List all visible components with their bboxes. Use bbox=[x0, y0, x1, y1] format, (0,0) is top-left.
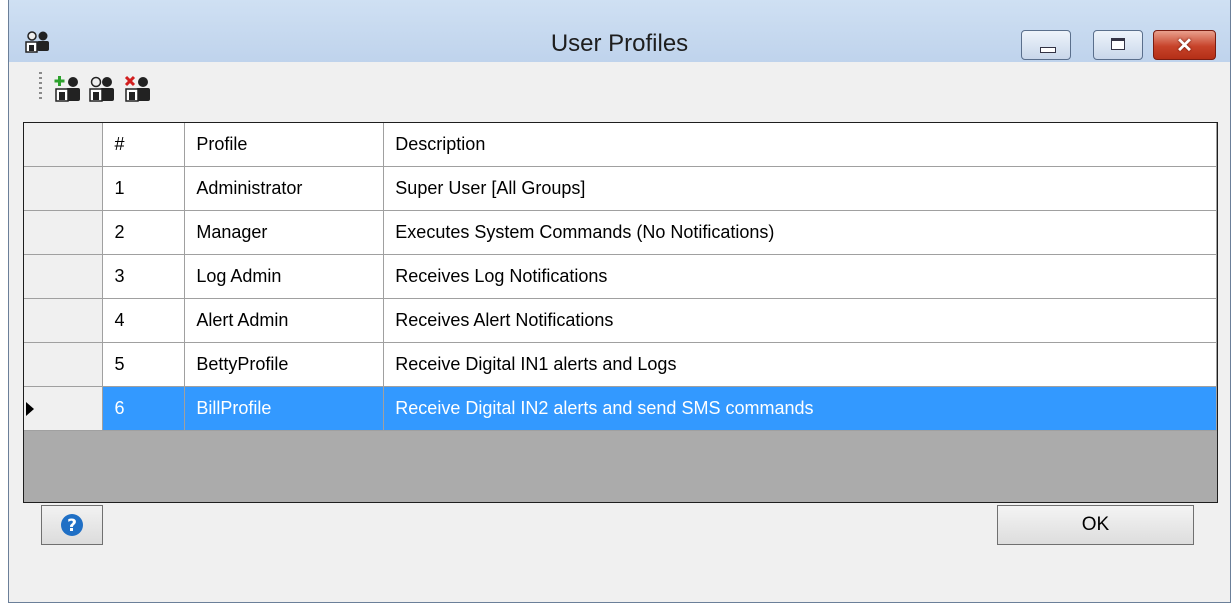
close-button[interactable]: ✕ bbox=[1153, 30, 1216, 60]
profiles-table: # Profile Description 1 Administrator Su… bbox=[24, 123, 1217, 431]
table-row[interactable]: 1 Administrator Super User [All Groups] bbox=[24, 166, 1217, 211]
title-bar[interactable]: User Profiles ✕ bbox=[9, 0, 1230, 62]
cell-description[interactable]: Receives Log Notifications bbox=[383, 254, 1217, 299]
cell-number[interactable]: 2 bbox=[102, 210, 186, 255]
user-icon bbox=[89, 76, 114, 102]
column-header-profile[interactable]: Profile bbox=[184, 123, 385, 167]
row-header[interactable] bbox=[24, 210, 104, 255]
cell-number[interactable]: 3 bbox=[102, 254, 186, 299]
help-icon: ? bbox=[61, 514, 83, 536]
add-profile-button[interactable] bbox=[53, 74, 83, 104]
cell-profile[interactable]: BettyProfile bbox=[184, 342, 385, 387]
cell-profile[interactable]: BillProfile bbox=[184, 386, 385, 431]
minimize-button[interactable] bbox=[1021, 30, 1071, 60]
table-row-selected[interactable]: 6 BillProfile Receive Digital IN2 alerts… bbox=[24, 386, 1217, 431]
maximize-button[interactable] bbox=[1093, 30, 1143, 60]
cell-description[interactable]: Executes System Commands (No Notificatio… bbox=[383, 210, 1217, 255]
svg-text:?: ? bbox=[67, 516, 77, 536]
minimize-icon bbox=[1040, 47, 1056, 53]
cell-description[interactable]: Receives Alert Notifications bbox=[383, 298, 1217, 343]
column-header-number[interactable]: # bbox=[102, 123, 186, 167]
header-row: # Profile Description bbox=[24, 123, 1217, 167]
help-button[interactable]: ? bbox=[41, 505, 103, 545]
row-header[interactable] bbox=[24, 298, 104, 343]
user-profiles-window: User Profiles ✕ # Profile Description 1 … bbox=[8, 0, 1231, 603]
cell-number[interactable]: 1 bbox=[102, 166, 186, 211]
cell-profile[interactable]: Manager bbox=[184, 210, 385, 255]
cell-profile[interactable]: Alert Admin bbox=[184, 298, 385, 343]
edit-profile-button[interactable] bbox=[87, 74, 117, 104]
add-user-icon bbox=[54, 76, 80, 102]
row-header[interactable] bbox=[24, 342, 104, 387]
close-icon: ✕ bbox=[1176, 35, 1193, 57]
cell-description[interactable]: Receive Digital IN1 alerts and Logs bbox=[383, 342, 1217, 387]
table-row[interactable]: 5 BettyProfile Receive Digital IN1 alert… bbox=[24, 342, 1217, 387]
row-header[interactable] bbox=[24, 386, 104, 431]
table-row[interactable]: 3 Log Admin Receives Log Notifications bbox=[24, 254, 1217, 299]
toolbar-grip[interactable] bbox=[39, 72, 42, 102]
row-header[interactable] bbox=[24, 166, 104, 211]
row-header[interactable] bbox=[24, 254, 104, 299]
cell-number[interactable]: 5 bbox=[102, 342, 186, 387]
cell-description[interactable]: Super User [All Groups] bbox=[383, 166, 1217, 211]
current-row-arrow-icon bbox=[26, 402, 34, 417]
client-area: # Profile Description 1 Administrator Su… bbox=[9, 62, 1230, 602]
row-header-corner[interactable] bbox=[24, 123, 104, 167]
toolbar bbox=[9, 62, 1230, 116]
ok-button[interactable]: OK bbox=[997, 505, 1194, 545]
table-row[interactable]: 4 Alert Admin Receives Alert Notificatio… bbox=[24, 298, 1217, 343]
cell-description[interactable]: Receive Digital IN2 alerts and send SMS … bbox=[383, 386, 1217, 431]
delete-profile-button[interactable] bbox=[123, 74, 153, 104]
column-header-description[interactable]: Description bbox=[383, 123, 1217, 167]
cell-profile[interactable]: Administrator bbox=[184, 166, 385, 211]
cell-number[interactable]: 6 bbox=[102, 386, 186, 431]
profiles-grid[interactable]: # Profile Description 1 Administrator Su… bbox=[23, 122, 1218, 503]
cell-profile[interactable]: Log Admin bbox=[184, 254, 385, 299]
maximize-icon bbox=[1111, 38, 1125, 50]
cell-number[interactable]: 4 bbox=[102, 298, 186, 343]
table-row[interactable]: 2 Manager Executes System Commands (No N… bbox=[24, 210, 1217, 255]
delete-user-icon bbox=[124, 75, 150, 102]
